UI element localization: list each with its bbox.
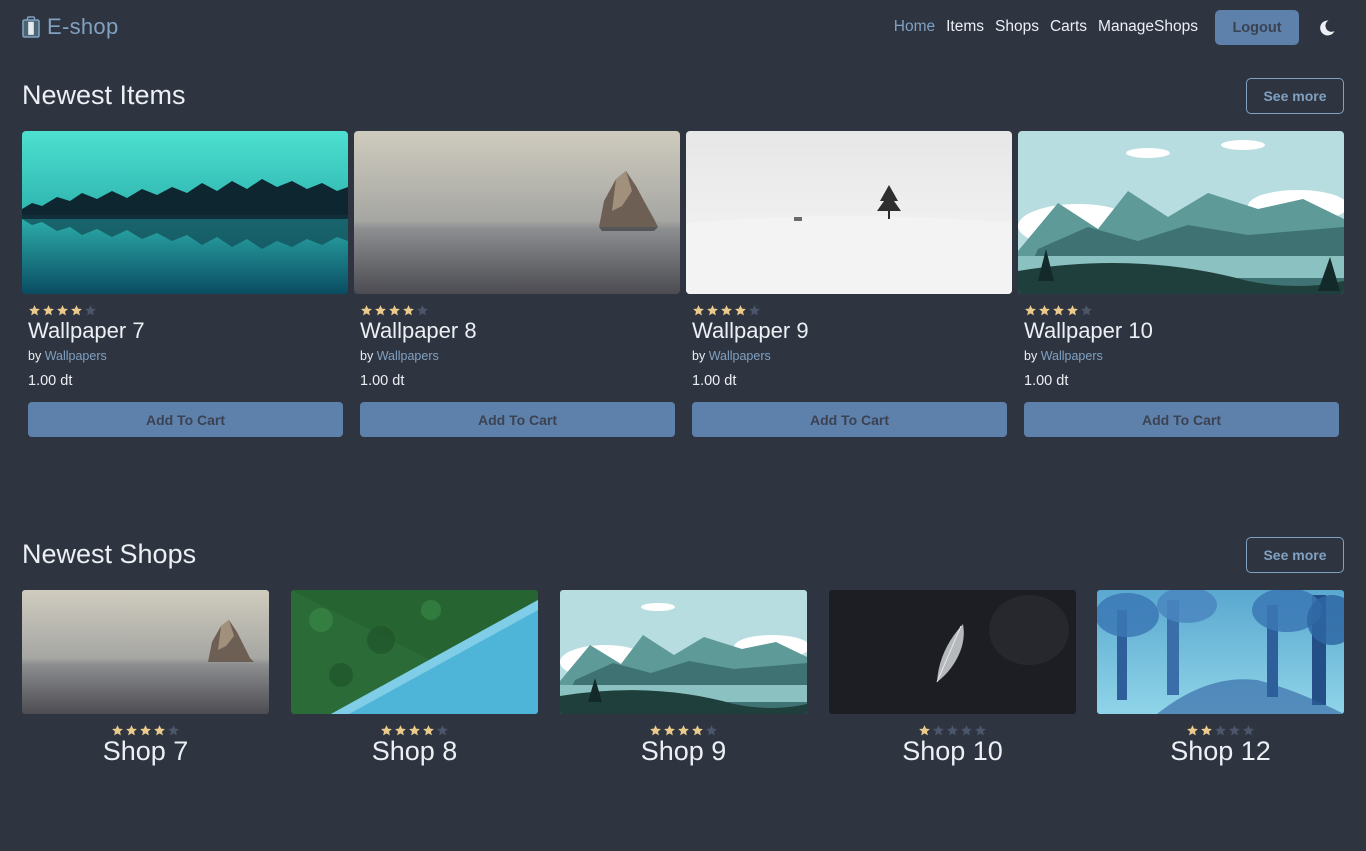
shop-card[interactable]: Shop 7 [22, 590, 269, 775]
item-shop-link[interactable]: Wallpapers [709, 349, 771, 363]
item-name[interactable]: Wallpaper 9 [692, 318, 809, 344]
item-price: 1.00 dt [360, 373, 405, 389]
rating-stars [829, 724, 1076, 736]
shop-card[interactable]: Shop 8 [291, 590, 538, 775]
star-empty-icon [749, 305, 760, 316]
item-image[interactable] [354, 131, 680, 294]
shop-image[interactable] [22, 590, 269, 714]
item-card: Wallpaper 8 by Wallpapers 1.00 dt Add To… [354, 131, 680, 441]
nav-link-items[interactable]: Items [946, 18, 984, 36]
item-by-line: by Wallpapers [692, 349, 771, 363]
by-label: by [692, 349, 706, 363]
star-filled-icon [693, 305, 704, 316]
rating-stars [28, 304, 98, 316]
shop-name[interactable]: Shop 12 [1097, 736, 1344, 767]
rating-stars [560, 724, 807, 736]
item-image[interactable] [1018, 131, 1344, 294]
item-card: Wallpaper 10 by Wallpapers 1.00 dt Add T… [1018, 131, 1344, 441]
nav-link-manage-shops[interactable]: ManageShops [1098, 18, 1198, 36]
newest-shops-title: Newest Shops [22, 539, 197, 569]
item-card: Wallpaper 7 by Wallpapers 1.00 dt Add To… [22, 131, 348, 441]
shopping-bag-icon [22, 16, 40, 38]
star-filled-icon [389, 305, 400, 316]
item-price: 1.00 dt [28, 373, 73, 389]
shop-name[interactable]: Shop 9 [560, 736, 807, 767]
star-filled-icon [1053, 305, 1064, 316]
shops-see-more-button[interactable]: See more [1246, 537, 1344, 573]
rating-stars [360, 304, 430, 316]
shop-image[interactable] [1097, 590, 1344, 714]
star-filled-icon [361, 305, 372, 316]
star-empty-icon [417, 305, 428, 316]
newest-items-title: Newest Items [22, 80, 186, 110]
star-filled-icon [1039, 305, 1050, 316]
items-see-more-button[interactable]: See more [1246, 78, 1344, 114]
star-filled-icon [29, 305, 40, 316]
shop-image[interactable] [560, 590, 807, 714]
shop-name[interactable]: Shop 8 [291, 736, 538, 767]
nav-link-home[interactable]: Home [894, 18, 935, 36]
item-shop-link[interactable]: Wallpapers [1041, 349, 1103, 363]
rating-stars [1097, 724, 1344, 736]
moon-icon[interactable] [1318, 19, 1336, 37]
rating-stars [291, 724, 538, 736]
by-label: by [28, 349, 42, 363]
by-label: by [360, 349, 374, 363]
shop-card[interactable]: Shop 10 [829, 590, 1076, 775]
nav-link-shops[interactable]: Shops [995, 18, 1039, 36]
item-card: Wallpaper 9 by Wallpapers 1.00 dt Add To… [686, 131, 1012, 441]
item-name[interactable]: Wallpaper 10 [1024, 318, 1153, 344]
nav-link-carts[interactable]: Carts [1050, 18, 1087, 36]
shop-image[interactable] [829, 590, 1076, 714]
logout-button[interactable]: Logout [1215, 10, 1299, 45]
item-by-line: by Wallpapers [28, 349, 107, 363]
add-to-cart-button[interactable]: Add To Cart [360, 402, 675, 437]
add-to-cart-button[interactable]: Add To Cart [1024, 402, 1339, 437]
star-filled-icon [707, 305, 718, 316]
star-filled-icon [735, 305, 746, 316]
rating-stars [22, 724, 269, 736]
add-to-cart-button[interactable]: Add To Cart [692, 402, 1007, 437]
item-name[interactable]: Wallpaper 8 [360, 318, 477, 344]
brand-name: E-shop [47, 14, 119, 39]
rating-stars [1024, 304, 1094, 316]
shop-card[interactable]: Shop 9 [560, 590, 807, 775]
item-image[interactable] [22, 131, 348, 294]
star-filled-icon [71, 305, 82, 316]
item-price: 1.00 dt [692, 373, 737, 389]
star-filled-icon [403, 305, 414, 316]
navbar: E-shop Home Items Shops Carts ManageShop… [0, 0, 1366, 56]
brand-link[interactable]: E-shop [22, 14, 119, 40]
item-by-line: by Wallpapers [1024, 349, 1103, 363]
star-filled-icon [1025, 305, 1036, 316]
nav-links: Home Items Shops Carts ManageShops [883, 18, 1198, 36]
item-price: 1.00 dt [1024, 373, 1069, 389]
star-filled-icon [721, 305, 732, 316]
star-empty-icon [85, 305, 96, 316]
shop-card[interactable]: Shop 12 [1097, 590, 1344, 775]
shop-name[interactable]: Shop 10 [829, 736, 1076, 767]
shop-image[interactable] [291, 590, 538, 714]
by-label: by [1024, 349, 1038, 363]
item-by-line: by Wallpapers [360, 349, 439, 363]
shop-name[interactable]: Shop 7 [22, 736, 269, 767]
item-shop-link[interactable]: Wallpapers [377, 349, 439, 363]
rating-stars [692, 304, 762, 316]
item-name[interactable]: Wallpaper 7 [28, 318, 145, 344]
star-filled-icon [43, 305, 54, 316]
item-image[interactable] [686, 131, 1012, 294]
add-to-cart-button[interactable]: Add To Cart [28, 402, 343, 437]
star-filled-icon [1067, 305, 1078, 316]
item-shop-link[interactable]: Wallpapers [45, 349, 107, 363]
star-empty-icon [1081, 305, 1092, 316]
star-filled-icon [375, 305, 386, 316]
star-filled-icon [57, 305, 68, 316]
